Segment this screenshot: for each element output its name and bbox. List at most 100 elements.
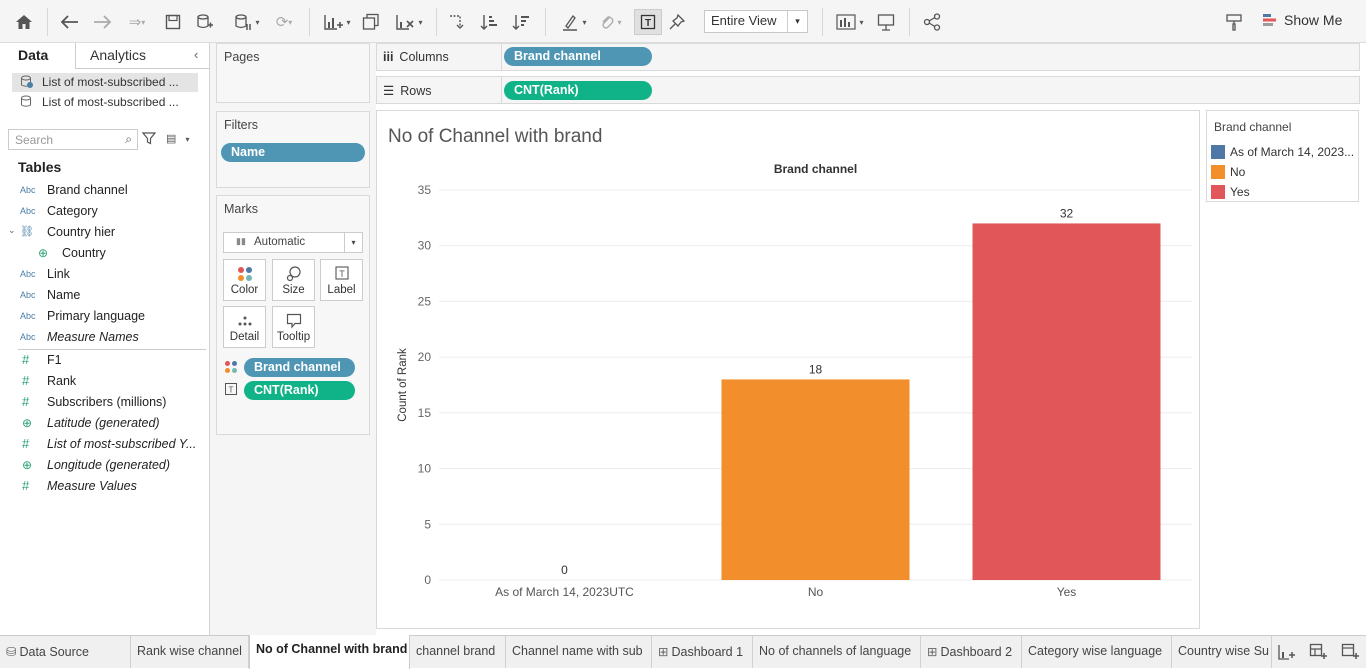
- legend-item[interactable]: As of March 14, 2023...: [1211, 144, 1357, 160]
- share-icon[interactable]: [920, 10, 944, 34]
- marks-card-title: Marks: [224, 202, 259, 216]
- marks-label-button[interactable]: T Label: [320, 259, 363, 301]
- new-worksheet-icon[interactable]: ▾: [318, 10, 356, 34]
- new-worksheet-icon[interactable]: [1277, 643, 1295, 664]
- field-item[interactable]: ⊕ Country: [0, 243, 206, 264]
- sheet-tab[interactable]: Rank wise channel: [131, 636, 249, 668]
- tab-label: Channel name with sub: [512, 644, 643, 658]
- sheet-tab[interactable]: No of channels of language: [753, 636, 921, 668]
- field-item[interactable]: Abc Name: [0, 285, 206, 306]
- bar[interactable]: [721, 379, 910, 580]
- show-me-button[interactable]: Show Me: [1262, 12, 1342, 28]
- save-icon[interactable]: [162, 10, 184, 34]
- field-item[interactable]: ⊕ Longitude (generated): [0, 455, 206, 476]
- swap-rows-columns-icon[interactable]: [444, 10, 468, 34]
- columns-pill[interactable]: Brand channel: [504, 47, 652, 66]
- legend-item[interactable]: Yes: [1211, 184, 1357, 200]
- view-size-select[interactable]: Entire View ▾: [704, 10, 808, 33]
- marks-size-label: Size: [282, 284, 305, 296]
- tables-heading: Tables: [18, 159, 62, 175]
- field-item[interactable]: ⊕ Latitude (generated): [0, 413, 206, 434]
- field-item[interactable]: # List of most-subscribed Y...: [0, 434, 206, 455]
- color-legend[interactable]: Brand channel As of March 14, 2023... No…: [1206, 110, 1359, 202]
- tab-analytics[interactable]: Analytics: [90, 47, 146, 63]
- new-datasource-icon[interactable]: [194, 10, 216, 34]
- sheet-tab[interactable]: Country wise Su: [1172, 636, 1272, 668]
- filters-card[interactable]: Filters Name: [216, 111, 370, 188]
- y-tick-label: 20: [418, 350, 432, 364]
- tab-data-source[interactable]: ⛁ Data Source: [0, 636, 131, 668]
- svg-text:T: T: [339, 269, 345, 279]
- home-icon[interactable]: [12, 10, 36, 34]
- pin-axes-icon[interactable]: [666, 10, 688, 34]
- collapse-pane-icon[interactable]: ‹: [194, 47, 198, 62]
- show-mark-labels-icon[interactable]: T: [634, 9, 662, 35]
- field-item[interactable]: # F1: [0, 350, 206, 371]
- field-label: Category: [47, 204, 98, 218]
- sheet-tab[interactable]: Category wise language: [1022, 636, 1172, 668]
- clear-sheet-icon[interactable]: ▾: [390, 10, 428, 34]
- marks-detail-button[interactable]: Detail: [223, 306, 266, 348]
- presentation-mode-icon[interactable]: [874, 10, 898, 34]
- field-item[interactable]: # Measure Values: [0, 476, 206, 497]
- filter-pill-name[interactable]: Name: [221, 143, 365, 162]
- view-data-icon[interactable]: ▤ ▾: [166, 132, 189, 145]
- dashboard-tab[interactable]: ⊞ Dashboard 2: [921, 636, 1022, 668]
- sheet-tab[interactable]: channel brand: [410, 636, 506, 668]
- marks-pill-color[interactable]: Brand channel: [244, 358, 355, 377]
- columns-shelf[interactable]: iii Columns Brand channel: [376, 43, 1360, 71]
- marks-tooltip-button[interactable]: Tooltip: [272, 306, 315, 348]
- columns-icon: iii: [383, 50, 394, 64]
- svg-text:T: T: [645, 18, 651, 29]
- filter-fields-icon[interactable]: [141, 131, 157, 148]
- field-label: Country hier: [47, 225, 116, 239]
- highlight-icon[interactable]: ▾: [556, 10, 592, 34]
- field-item[interactable]: Abc Category: [0, 201, 206, 222]
- field-item[interactable]: Abc Primary language: [0, 306, 206, 327]
- field-item[interactable]: Abc Measure Names: [0, 327, 206, 348]
- dashboard-tab[interactable]: ⊞ Dashboard 1: [652, 636, 753, 668]
- rows-shelf[interactable]: ☰ Rows CNT(Rank): [376, 76, 1360, 104]
- field-search-input[interactable]: Search ⌕: [8, 129, 138, 150]
- viz-worksheet[interactable]: No of Channel with brand Brand channel 0 5…: [376, 110, 1200, 629]
- replay-icon[interactable]: ⇒ ▾: [120, 10, 154, 34]
- globe-icon: ⊕: [22, 458, 33, 472]
- rows-pill[interactable]: CNT(Rank): [504, 81, 652, 100]
- pause-updates-icon[interactable]: ▾: [226, 10, 268, 34]
- format-painter-icon[interactable]: [1222, 10, 1246, 34]
- marks-color-button[interactable]: Color: [223, 259, 266, 301]
- tab-data[interactable]: Data: [0, 43, 76, 69]
- field-item[interactable]: Abc Brand channel: [0, 180, 206, 201]
- sheet-tab-active[interactable]: No of Channel with brand: [249, 635, 410, 669]
- duplicate-sheet-icon[interactable]: [360, 10, 382, 34]
- field-item[interactable]: # Rank: [0, 371, 206, 392]
- undo-icon[interactable]: [58, 10, 82, 34]
- refresh-icon[interactable]: ⟳ ▾: [266, 10, 302, 34]
- field-item[interactable]: # Subscribers (millions): [0, 392, 206, 413]
- size-icon: [273, 266, 314, 284]
- rows-label-text: Rows: [400, 84, 432, 98]
- datasource-label: List of most-subscribed ...: [42, 95, 179, 109]
- redo-icon[interactable]: [90, 10, 114, 34]
- column-header-title: Brand channel: [774, 162, 857, 176]
- new-dashboard-icon[interactable]: [1309, 643, 1327, 664]
- field-item[interactable]: ⌄ ⛓ Country hier: [0, 222, 206, 243]
- marks-pill-label[interactable]: CNT(Rank): [244, 381, 355, 400]
- pages-card[interactable]: Pages: [216, 43, 370, 103]
- show-cards-icon[interactable]: ▾: [832, 10, 868, 34]
- sort-descending-icon[interactable]: [509, 10, 533, 34]
- legend-item[interactable]: No: [1211, 164, 1357, 180]
- bar-chart[interactable]: Brand channel 0 5 10 15 20 25 30 35 Count of Rank…: [377, 111, 1199, 628]
- marks-size-button[interactable]: Size: [272, 259, 315, 301]
- datasource-item-primary[interactable]: List of most-subscribed ...: [12, 73, 198, 92]
- group-members-icon[interactable]: ▾: [594, 10, 628, 34]
- expand-chevron-icon[interactable]: ⌄: [8, 225, 16, 236]
- datasource-item-secondary[interactable]: List of most-subscribed ...: [12, 93, 198, 112]
- y-axis-label: Count of Rank: [397, 348, 409, 422]
- mark-type-select[interactable]: ▮▮ Automatic ▾: [223, 232, 363, 253]
- sheet-tab[interactable]: Channel name with sub: [506, 636, 652, 668]
- field-item[interactable]: Abc Link: [0, 264, 206, 285]
- new-story-icon[interactable]: [1341, 643, 1359, 664]
- sort-ascending-icon[interactable]: [477, 10, 501, 34]
- bar[interactable]: [972, 223, 1161, 580]
